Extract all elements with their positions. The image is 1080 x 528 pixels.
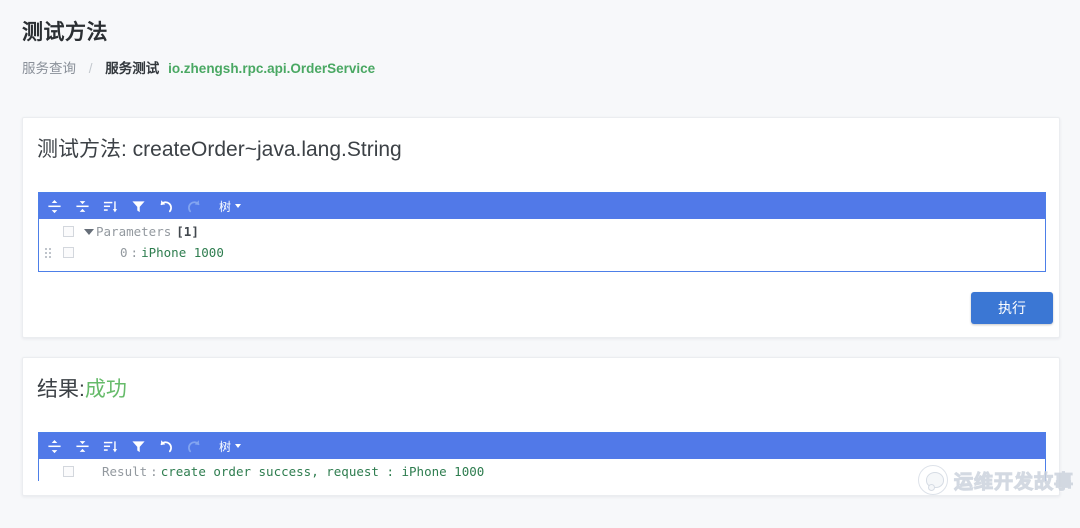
parameters-json-editor[interactable]: 树 Parameters [1] 0: iPhone 1000 xyxy=(38,192,1046,272)
editor-mode-dropdown[interactable]: 树 xyxy=(219,434,242,458)
sort-icon[interactable] xyxy=(97,434,123,458)
chevron-down-icon xyxy=(235,444,242,448)
row-checkbox[interactable] xyxy=(63,466,74,477)
drag-handle-placeholder xyxy=(41,464,55,480)
tree-row[interactable]: Result : create order success, request :… xyxy=(39,461,1045,482)
page-root: 测试方法 服务查询 / 服务测试 io.zhengsh.rpc.api.Orde… xyxy=(0,0,1080,528)
editor-mode-label: 树 xyxy=(219,199,232,214)
tree-row[interactable]: 0 : iPhone 1000 xyxy=(39,242,1045,263)
breadcrumb-service-name[interactable]: io.zhengsh.rpc.api.OrderService xyxy=(163,61,375,76)
redo-icon[interactable] xyxy=(181,434,207,458)
editor-mode-label: 树 xyxy=(219,439,232,454)
execute-button[interactable]: 执行 xyxy=(971,292,1053,324)
expand-all-icon[interactable] xyxy=(41,194,67,218)
test-method-title-prefix: 测试方法: xyxy=(37,138,133,161)
test-method-card: 测试方法: createOrder~java.lang.String 树 Par… xyxy=(22,117,1060,338)
sort-icon[interactable] xyxy=(97,194,123,218)
drag-handle-placeholder xyxy=(41,224,55,240)
undo-icon[interactable] xyxy=(153,194,179,218)
filter-icon[interactable] xyxy=(125,434,151,458)
tree-separator: : xyxy=(150,464,158,479)
result-status-badge: 成功 xyxy=(84,378,127,401)
tree-row[interactable]: Parameters [1] xyxy=(39,221,1045,242)
undo-icon[interactable] xyxy=(153,434,179,458)
row-checkbox[interactable] xyxy=(63,247,74,258)
expand-toggle-icon[interactable] xyxy=(82,228,96,235)
redo-icon[interactable] xyxy=(181,194,207,218)
tree-item-index: 0 xyxy=(120,245,128,260)
tree-item-value[interactable]: iPhone 1000 xyxy=(141,245,224,260)
page-title: 测试方法 xyxy=(22,21,108,44)
collapse-all-icon[interactable] xyxy=(69,194,95,218)
test-method-name: createOrder~java.lang.String xyxy=(132,138,402,161)
result-title-prefix: 结果: xyxy=(37,378,85,401)
tree-field-label: Result xyxy=(102,464,148,479)
tree-field-label: Parameters xyxy=(96,224,172,239)
breadcrumb-separator: / xyxy=(88,61,93,76)
breadcrumb: 服务查询 / 服务测试 io.zhengsh.rpc.api.OrderServ… xyxy=(22,60,375,78)
json-editor-toolbar: 树 xyxy=(39,433,1045,459)
drag-handle[interactable] xyxy=(41,245,55,261)
editor-mode-dropdown[interactable]: 树 xyxy=(219,194,242,218)
parameters-tree-body[interactable]: Parameters [1] 0 : iPhone 1000 xyxy=(39,219,1045,263)
breadcrumb-item-service-test[interactable]: 服务测试 xyxy=(105,61,159,76)
chevron-down-icon xyxy=(235,204,242,208)
row-checkbox[interactable] xyxy=(63,226,74,237)
result-card: 结果:成功 树 Result: create order success, r… xyxy=(22,357,1060,496)
tree-separator: : xyxy=(130,245,139,260)
tree-array-count: [1] xyxy=(176,224,199,239)
test-method-title: 测试方法: createOrder~java.lang.String xyxy=(37,133,402,163)
result-json-editor[interactable]: 树 Result : create order success, request… xyxy=(38,432,1046,482)
tree-item-value[interactable]: create order success, request : iPhone 1… xyxy=(161,464,485,479)
filter-icon[interactable] xyxy=(125,194,151,218)
expand-all-icon[interactable] xyxy=(41,434,67,458)
result-tree-body[interactable]: Result : create order success, request :… xyxy=(39,459,1045,482)
collapse-all-icon[interactable] xyxy=(69,434,95,458)
json-editor-toolbar: 树 xyxy=(39,193,1045,219)
result-title: 结果:成功 xyxy=(37,373,127,403)
breadcrumb-item-service-query[interactable]: 服务查询 xyxy=(22,61,76,76)
